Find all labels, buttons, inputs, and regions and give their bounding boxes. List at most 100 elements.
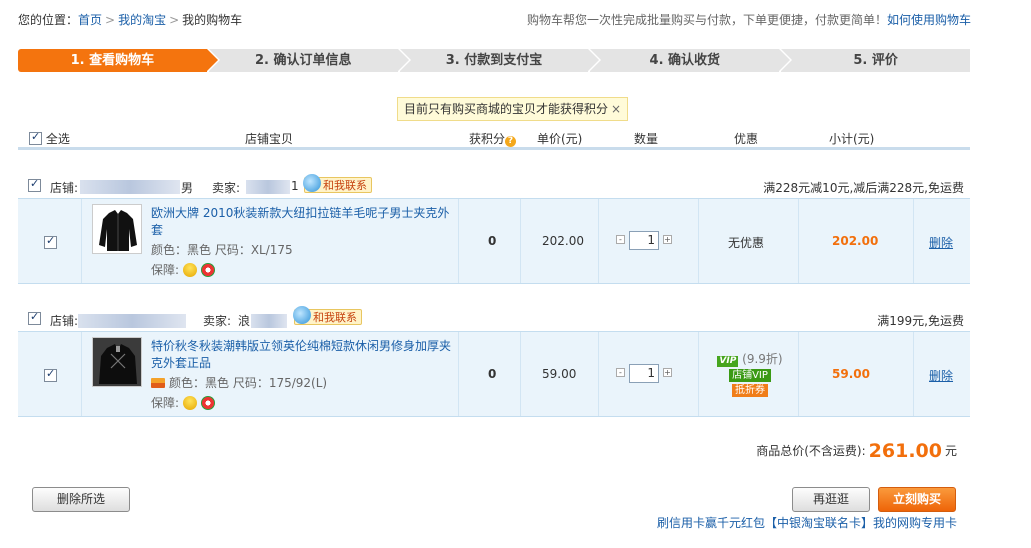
decrease-button[interactable]: - [616,235,625,244]
delete-item-link[interactable]: 删除 [929,367,953,384]
guarantee-label: 保障: [151,396,180,410]
shop-row: 店铺: 卖家: 浪 和我联系 满199元,免运费 [18,306,970,329]
guarantee: 保障: [151,394,216,411]
cart-intro-text: 购物车帮您一次性完成批量购买与付款，下单更便捷，付款更简单！ [526,13,887,27]
order-total: 商品总价(不含运费): 261.00 元 [756,440,957,462]
shop-name-redacted [78,314,186,328]
contact-label: 和我联系 [323,179,367,192]
shop-name-redacted [80,180,180,194]
quantity-input[interactable]: 1 [629,364,659,383]
breadcrumb: 您的位置：首页 > 我的淘宝 > 我的购物车 [18,11,242,28]
seller-name-link[interactable]: 1 [291,179,299,193]
vip-discount-rate: (9.9折) [742,352,783,366]
step-confirm-receipt: 4. 确认收货 [590,49,793,72]
product-meta: 颜色：黑色 尺码：175/92(L) [151,374,327,391]
shop-label: 店铺: [50,181,79,195]
shop-row: 店铺: 男 卖家: 1 和我联系 满228元减10元,减后满228元,免运费 [18,174,970,196]
question-icon[interactable]: ? [505,136,517,147]
item-checkbox[interactable] [44,367,57,382]
select-all-checkbox[interactable] [29,130,42,145]
product-thumbnail[interactable] [92,204,142,254]
item-checkbox[interactable] [44,234,57,249]
quantity-stepper: -1 + [616,231,672,250]
seven-day-return-icon[interactable] [201,263,216,277]
seven-day-return-icon[interactable] [201,396,216,410]
seller-name-link[interactable]: 浪 [238,312,250,329]
breadcrumb-separator: > [105,13,116,27]
step-confirm-order: 2. 确认订单信息 [208,49,411,72]
increase-button[interactable]: + [663,235,672,244]
coupon-badge[interactable]: 抵折券 [732,384,768,397]
item-subtotal: 202.00 [832,234,879,248]
select-all[interactable]: 全选 [29,130,70,147]
step-review: 5. 评价 [781,49,970,72]
checkout-steps: 1. 查看购物车 2. 确认订单信息 3. 付款到支付宝 4. 确认收货 5. … [18,49,970,72]
jacket-image [93,205,141,253]
breadcrumb-separator: > [169,13,180,27]
step-view-cart: 1. 查看购物车 [18,49,220,72]
vip-discount: VIP (9.9折) 店铺VIP 抵折券 [715,352,785,397]
seller-name-redacted [251,314,287,328]
shop-checkbox[interactable] [28,310,41,325]
item-discount: 无优惠 [728,236,765,250]
shop-checkbox[interactable] [28,177,41,192]
cart-item-row: 欧洲大牌 2010秋装新款大纽扣拉链羊毛呢子男士夹克外套 颜色：黑色 尺码：XL… [18,198,970,284]
delete-selected-button[interactable]: 删除所选 [32,487,130,512]
guarantee-label: 保障: [151,263,180,277]
shop-promo: 满228元减10元,减后满228元,免运费 [763,181,964,195]
guarantee-icon[interactable] [183,263,198,277]
chat-icon [303,174,321,192]
step-label: 4. 确认收货 [649,53,721,68]
total-unit: 元 [944,444,957,458]
seller-label: 卖家: [203,314,232,328]
quantity-stepper: -1 + [616,364,672,383]
total-label: 商品总价(不含运费): [756,444,866,458]
guarantee-icon[interactable] [183,396,198,410]
breadcrumb-current: 我的购物车 [182,13,243,27]
product-meta-text: 颜色：黑色 尺码：175/92(L) [169,376,328,390]
shop-name-link[interactable]: 男 [181,179,193,196]
step-label: 1. 查看购物车 [70,53,155,68]
header-unit-price: 单价(元) [537,132,583,146]
header-points-label: 获积分 [469,132,506,146]
chat-icon [293,306,311,324]
cart-intro: 购物车帮您一次性完成批量购买与付款，下单更便捷，付款更简单！如何使用购物车 [527,11,971,28]
how-to-use-cart-link[interactable]: 如何使用购物车 [887,13,971,27]
step-pay-alipay: 3. 付款到支付宝 [399,49,602,72]
total-amount: 261.00 [868,440,942,462]
breadcrumb-home-link[interactable]: 首页 [78,13,102,27]
header-points: 获积分? [469,130,517,147]
shop-vip-badge[interactable]: 店铺VIP [729,369,771,382]
delete-item-link[interactable]: 删除 [929,234,953,251]
credit-card-icon[interactable] [151,378,165,388]
header-quantity: 数量 [634,132,659,146]
item-points: 0 [488,234,497,248]
increase-button[interactable]: + [663,368,672,377]
close-icon[interactable]: × [611,102,621,116]
header-shop-item: 店铺宝贝 [245,132,294,146]
cart-table-header: 全选 店铺宝贝 获积分? 单价(元) 数量 优惠 小计(元) [18,128,970,150]
quantity-input[interactable]: 1 [629,231,659,250]
vip-icon: VIP [717,356,739,367]
buy-now-button[interactable]: 立刻购买 [878,487,956,512]
product-title-link[interactable]: 特价秋冬秋装潮韩版立领英伦纯棉短款休闲男修身加厚夹克外套正品 [151,338,456,372]
step-label: 2. 确认订单信息 [254,53,352,68]
decrease-button[interactable]: - [616,368,625,377]
item-unit-price: 202.00 [542,234,584,248]
step-label: 3. 付款到支付宝 [445,53,543,68]
product-thumbnail[interactable] [92,337,142,387]
breadcrumb-my-taobao-link[interactable]: 我的淘宝 [118,13,166,27]
shop-label: 店铺: [50,314,79,328]
contact-seller-button[interactable]: 和我联系 [303,174,372,193]
contact-seller-button[interactable]: 和我联系 [293,306,362,325]
breadcrumb-prefix: 您的位置： [18,13,79,27]
guarantee: 保障: [151,261,216,278]
continue-shopping-button[interactable]: 再逛逛 [792,487,870,512]
contact-label: 和我联系 [313,311,357,324]
credit-card-promo-link[interactable]: 刷信用卡赢千元红包【中银淘宝联名卡】我的网购专用卡 [657,514,957,531]
product-meta: 颜色：黑色 尺码：XL/175 [151,243,293,257]
item-points: 0 [488,367,497,381]
seller-label: 卖家: [212,181,241,195]
jacket-image [93,338,141,386]
product-title-link[interactable]: 欧洲大牌 2010秋装新款大纽扣拉链羊毛呢子男士夹克外套 [151,205,456,239]
